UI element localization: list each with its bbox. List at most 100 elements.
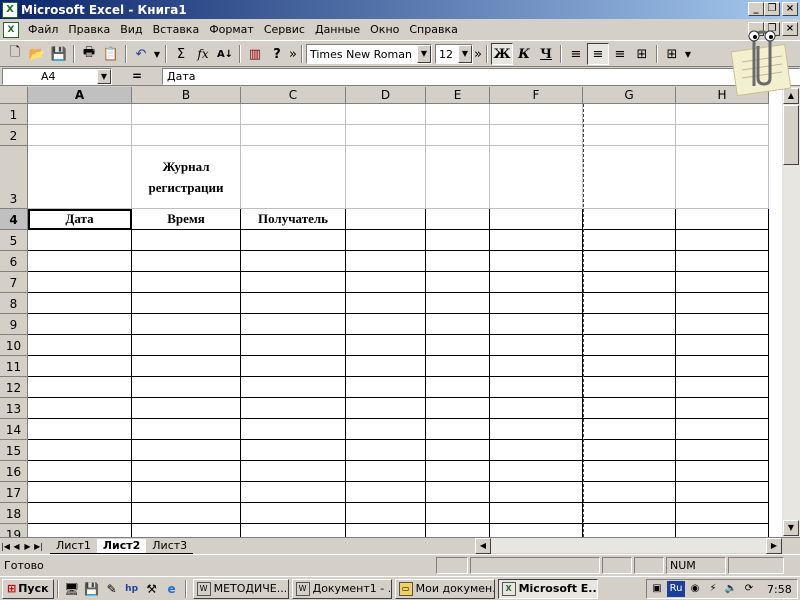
desktop-icon[interactable]: 🖥 [62, 579, 82, 599]
row-header-5[interactable]: 5 [0, 230, 28, 251]
more-buttons-icon[interactable]: » [288, 43, 298, 65]
cell-c17[interactable] [241, 482, 346, 503]
column-header-a[interactable]: A [28, 87, 132, 104]
cell-f3[interactable] [490, 146, 583, 209]
cell-e13[interactable] [426, 398, 490, 419]
row-header-17[interactable]: 17 [0, 482, 28, 503]
print-icon[interactable]: 🖶 [78, 43, 100, 65]
last-sheet-icon[interactable]: ▶| [33, 540, 44, 553]
cell-a5[interactable] [28, 230, 132, 251]
cell-g15[interactable] [583, 440, 676, 461]
scroll-down-icon[interactable]: ▼ [783, 520, 799, 536]
menu-tools[interactable]: Сервис [259, 23, 310, 36]
chevron-down-icon[interactable]: ▼ [417, 45, 431, 63]
cell-c9[interactable] [241, 314, 346, 335]
cell-e9[interactable] [426, 314, 490, 335]
row-header-16[interactable]: 16 [0, 461, 28, 482]
cell-d7[interactable] [346, 272, 426, 293]
sheet-tab-2[interactable]: Лист2 [96, 538, 147, 554]
cell-a10[interactable] [28, 335, 132, 356]
cell-f15[interactable] [490, 440, 583, 461]
cell-c18[interactable] [241, 503, 346, 524]
cell-h2[interactable] [676, 125, 769, 146]
cell-e16[interactable] [426, 461, 490, 482]
cell-b3[interactable]: Журнал регистрации [132, 146, 241, 209]
more-buttons-icon[interactable]: » [473, 43, 483, 65]
cell-b7[interactable] [132, 272, 241, 293]
cell-h3[interactable] [676, 146, 769, 209]
borders-icon[interactable]: ⊞ [661, 43, 683, 65]
cell-b16[interactable] [132, 461, 241, 482]
align-center-icon[interactable]: ≡ [587, 43, 609, 65]
cell-h15[interactable] [676, 440, 769, 461]
cell-d19[interactable] [346, 524, 426, 537]
office-assistant-icon[interactable] [730, 20, 792, 96]
cell-h9[interactable] [676, 314, 769, 335]
menu-edit[interactable]: Правка [63, 23, 115, 36]
cell-b14[interactable] [132, 419, 241, 440]
row-header-3[interactable]: 3 [0, 146, 28, 209]
vertical-scrollbar[interactable]: ▲ ▼ [782, 87, 800, 537]
cell-g17[interactable] [583, 482, 676, 503]
cell-f18[interactable] [490, 503, 583, 524]
cell-c7[interactable] [241, 272, 346, 293]
menu-file[interactable]: Файл [23, 23, 63, 36]
cell-b13[interactable] [132, 398, 241, 419]
cell-h1[interactable] [676, 104, 769, 125]
column-header-c[interactable]: C [241, 87, 346, 104]
cell-a9[interactable] [28, 314, 132, 335]
cell-a11[interactable] [28, 356, 132, 377]
cell-f9[interactable] [490, 314, 583, 335]
cell-d11[interactable] [346, 356, 426, 377]
cell-a15[interactable] [28, 440, 132, 461]
internet-explorer-icon[interactable]: e [162, 579, 182, 599]
cell-e18[interactable] [426, 503, 490, 524]
cell-a7[interactable] [28, 272, 132, 293]
cell-b4[interactable]: Время [132, 209, 241, 230]
column-header-d[interactable]: D [346, 87, 426, 104]
align-right-icon[interactable]: ≡ [609, 43, 631, 65]
chevron-down-icon[interactable]: ▼ [97, 68, 111, 84]
cell-g3[interactable] [583, 146, 676, 209]
cell-c16[interactable] [241, 461, 346, 482]
next-sheet-icon[interactable]: ▶ [22, 540, 33, 553]
font-name-select[interactable]: Times New Roman ▼ [306, 44, 432, 64]
cell-e11[interactable] [426, 356, 490, 377]
cell-c1[interactable] [241, 104, 346, 125]
save-icon[interactable]: 💾 [48, 43, 70, 65]
cell-d14[interactable] [346, 419, 426, 440]
menu-window[interactable]: Окно [365, 23, 404, 36]
row-header-9[interactable]: 9 [0, 314, 28, 335]
cell-h4[interactable] [676, 209, 769, 230]
antivirus-icon[interactable]: ◉ [687, 581, 703, 597]
paste-icon[interactable]: 📋 [100, 43, 122, 65]
undo-dropdown-icon[interactable]: ▼ [152, 43, 162, 65]
first-sheet-icon[interactable]: |◀ [0, 540, 11, 553]
row-header-13[interactable]: 13 [0, 398, 28, 419]
pencil-icon[interactable]: ✎ [102, 579, 122, 599]
cell-h6[interactable] [676, 251, 769, 272]
volume-icon[interactable]: 🔈 [723, 581, 739, 597]
scroll-thumb[interactable] [783, 105, 799, 165]
cell-b12[interactable] [132, 377, 241, 398]
menu-insert[interactable]: Вставка [148, 23, 205, 36]
excel-icon[interactable]: X [2, 1, 18, 18]
cell-e5[interactable] [426, 230, 490, 251]
cell-c11[interactable] [241, 356, 346, 377]
cell-e2[interactable] [426, 125, 490, 146]
cell-h8[interactable] [676, 293, 769, 314]
cell-d8[interactable] [346, 293, 426, 314]
cell-a18[interactable] [28, 503, 132, 524]
open-folder-icon[interactable]: 📂 [26, 43, 48, 65]
row-header-14[interactable]: 14 [0, 419, 28, 440]
cell-b2[interactable] [132, 125, 241, 146]
cell-c14[interactable] [241, 419, 346, 440]
sync-icon[interactable]: ⟳ [741, 581, 757, 597]
workbook-icon[interactable]: X [3, 21, 19, 38]
row-header-12[interactable]: 12 [0, 377, 28, 398]
row-header-6[interactable]: 6 [0, 251, 28, 272]
row-header-7[interactable]: 7 [0, 272, 28, 293]
scroll-right-icon[interactable]: ▶ [766, 538, 782, 554]
cell-b6[interactable] [132, 251, 241, 272]
function-icon[interactable]: fx [192, 43, 214, 65]
